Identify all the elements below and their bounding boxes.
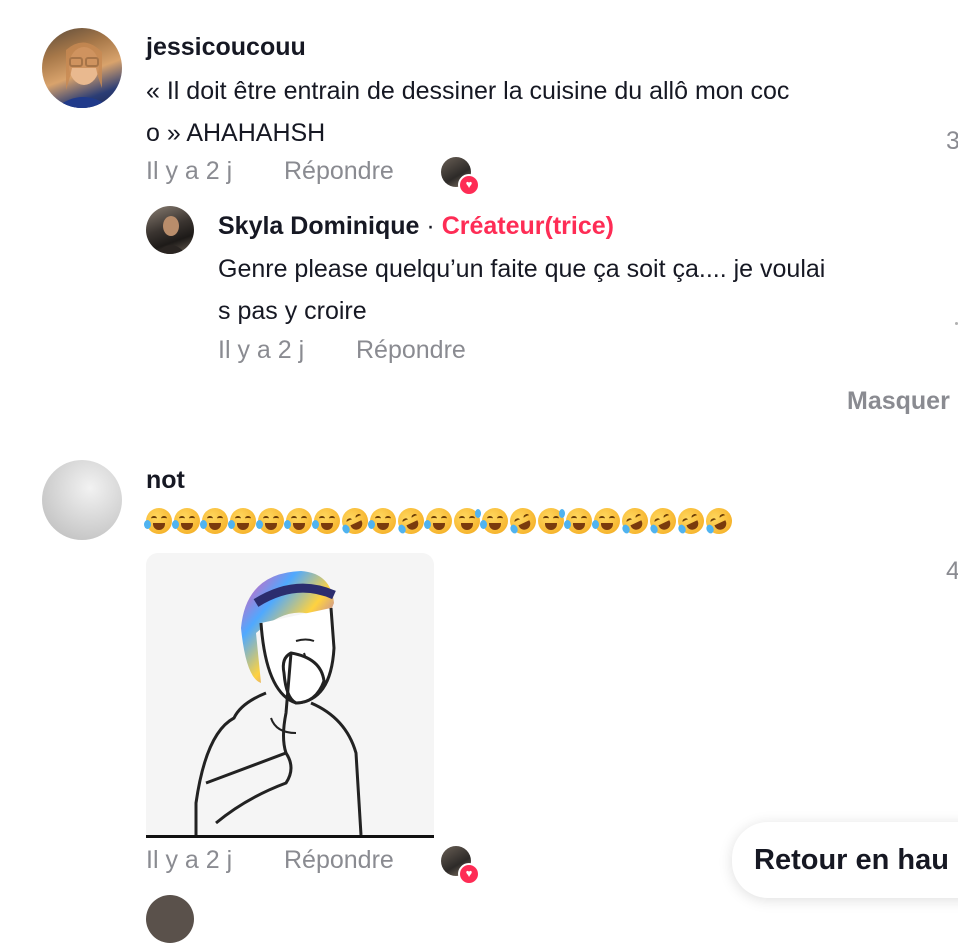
comment-text-line: « Il doit être entrain de dessiner la cu… <box>146 77 790 105</box>
rofl-emoji-icon <box>505 503 541 539</box>
avatar-image <box>56 42 112 108</box>
emoji-text <box>144 503 737 539</box>
rofl-emoji-icon <box>393 503 429 539</box>
joy-emoji-icon <box>144 508 172 534</box>
joy-emoji-icon <box>424 508 452 534</box>
comment-username[interactable]: not <box>146 466 185 495</box>
separator: · <box>426 212 435 240</box>
reply-author-name[interactable]: Skyla Dominique <box>218 212 419 240</box>
comment-username[interactable]: jessicoucouu <box>146 33 306 62</box>
rofl-emoji-icon <box>617 503 653 539</box>
sweat-emoji-icon <box>538 508 565 534</box>
comment-text-line: o » AHAHAHSH <box>146 119 326 147</box>
sweat-emoji-icon <box>454 508 481 534</box>
avatar[interactable] <box>146 206 194 254</box>
comment-time: Il y a 2 j <box>146 846 233 874</box>
like-count[interactable]: 3 <box>946 127 958 156</box>
rofl-emoji-icon <box>701 503 737 539</box>
avatar[interactable] <box>146 895 194 943</box>
rofl-emoji-icon <box>673 503 709 539</box>
joy-emoji-icon <box>564 508 592 534</box>
like-count[interactable]: 4 <box>946 557 958 586</box>
reply-time: Il y a 2 j <box>218 336 305 364</box>
joy-emoji-icon <box>368 508 396 534</box>
joy-emoji-icon <box>312 508 340 534</box>
reply-text-line: s pas y croire <box>218 297 367 325</box>
rofl-emoji-icon <box>337 503 373 539</box>
joy-emoji-icon <box>284 508 312 534</box>
comment-image[interactable] <box>146 553 434 838</box>
joy-emoji-icon <box>172 508 200 534</box>
comment-time: Il y a 2 j <box>146 157 233 185</box>
joy-emoji-icon <box>480 508 508 534</box>
creator-badge: Créateur(trice) <box>441 212 614 240</box>
reply-button[interactable]: Répondre <box>284 846 394 875</box>
reply-button[interactable]: Répondre <box>284 157 394 186</box>
avatar[interactable] <box>42 28 122 108</box>
hide-replies-button[interactable]: Masquer <box>847 387 950 416</box>
avatar-image <box>156 216 186 254</box>
heart-icon: ♥ <box>458 174 480 196</box>
back-to-top-button[interactable]: Retour en hau <box>732 822 958 898</box>
creator-liked-indicator: ♥ <box>441 846 480 885</box>
covering-mouth-sticker <box>194 571 363 835</box>
joy-emoji-icon <box>200 508 228 534</box>
creator-liked-indicator: ♥ <box>441 157 480 196</box>
joy-emoji-icon <box>228 508 256 534</box>
joy-emoji-icon <box>592 508 620 534</box>
rofl-emoji-icon <box>645 503 681 539</box>
reply-username: Skyla Dominique · Créateur(trice) <box>218 212 614 241</box>
avatar[interactable] <box>42 460 122 540</box>
heart-icon: ♥ <box>458 863 480 885</box>
reply-button[interactable]: Répondre <box>356 336 466 365</box>
reply-text-line: Genre please quelqu’un faite que ça soit… <box>218 255 826 283</box>
joy-emoji-icon <box>256 508 284 534</box>
